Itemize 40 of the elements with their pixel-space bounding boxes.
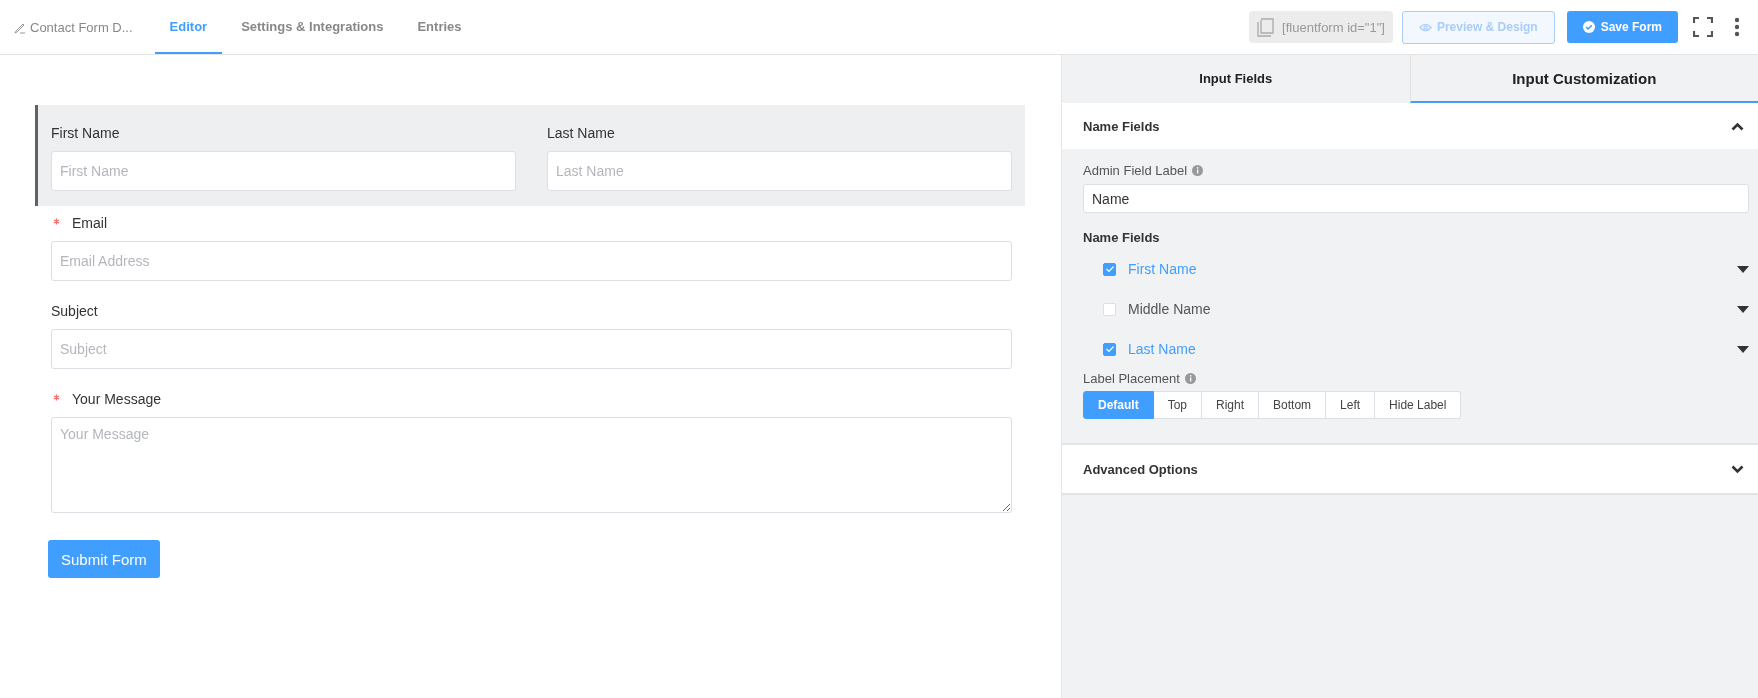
- check-circle-icon: [1582, 21, 1595, 33]
- info-icon: [1192, 165, 1204, 176]
- placement-option[interactable]: Bottom: [1259, 391, 1327, 419]
- section-header[interactable]: Advanced Options: [1062, 445, 1758, 495]
- input-field[interactable]: Subject: [51, 329, 1012, 369]
- caret-down-icon[interactable]: [1737, 265, 1749, 273]
- placement-option[interactable]: Left: [1326, 391, 1376, 419]
- info-icon: [1184, 373, 1196, 384]
- placement-option[interactable]: Right: [1202, 391, 1260, 419]
- copy-icon: [1257, 17, 1275, 37]
- panel-tab[interactable]: Input Customization: [1409, 55, 1758, 103]
- fullscreen-icon[interactable]: [1693, 17, 1713, 37]
- field-label: Subject: [51, 303, 98, 319]
- input-field[interactable]: Last Name: [547, 151, 1012, 191]
- textarea-field[interactable]: Your Message: [51, 417, 1012, 513]
- subsection-title: Name Fields: [1083, 230, 1161, 245]
- caret-down-icon[interactable]: [1737, 345, 1749, 353]
- nav-tab[interactable]: Entries: [402, 0, 477, 54]
- setting-label: Admin Field Label: [1083, 163, 1188, 178]
- input-field[interactable]: Email Address: [51, 241, 1012, 281]
- placement-option[interactable]: Hide Label: [1375, 391, 1462, 419]
- field-label: Email: [72, 215, 107, 231]
- field-label: Your Message: [72, 391, 161, 407]
- admin-label-field[interactable]: Name: [1083, 184, 1749, 213]
- nav-tab[interactable]: Settings & Integrations: [226, 0, 399, 54]
- section-header[interactable]: Name Fields: [1062, 103, 1758, 149]
- field-label: First Name: [51, 125, 121, 141]
- section-title: Name Fields: [1083, 118, 1160, 134]
- placement-option[interactable]: Top: [1153, 391, 1203, 419]
- checkbox[interactable]: [1103, 342, 1116, 356]
- section-title: Advanced Options: [1083, 461, 1198, 477]
- name-field-option[interactable]: Middle Name: [1128, 301, 1211, 317]
- setting-label: Label Placement: [1083, 371, 1180, 386]
- field-label: Last Name: [547, 125, 616, 141]
- more-menu-icon[interactable]: [1734, 17, 1740, 37]
- form-title[interactable]: Contact Form D...: [14, 0, 133, 54]
- caret-down-icon[interactable]: [1737, 305, 1749, 313]
- eye-icon: [1418, 22, 1432, 32]
- input-field[interactable]: First Name: [51, 151, 516, 191]
- checkbox[interactable]: [1103, 262, 1116, 276]
